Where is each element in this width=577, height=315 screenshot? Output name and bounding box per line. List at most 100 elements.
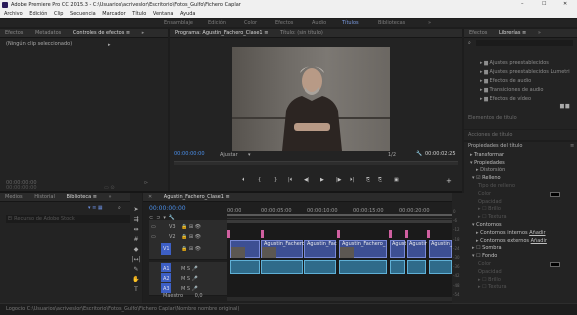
folder-item[interactable]: ▸ ▆ Ajustes preestablecidos Lumetri: [480, 68, 575, 77]
mute-solo-icon[interactable]: M S 🎤: [181, 286, 198, 292]
razor-icon[interactable]: ◆: [130, 245, 142, 255]
work-area-bar[interactable]: [227, 214, 452, 216]
prop-strokes[interactable]: ▾ Contornos: [464, 222, 577, 230]
pen-icon[interactable]: ✎: [130, 265, 142, 275]
export-frame-icon[interactable]: ▣: [394, 177, 399, 183]
prop-outer-strokes[interactable]: ▸ Contornos externos Añadir: [464, 238, 577, 246]
prop-distortion[interactable]: ▸ Distorsión: [464, 167, 577, 175]
bg-color-swatch[interactable]: [550, 261, 560, 267]
slip-icon[interactable]: |↔|: [130, 255, 142, 265]
tab-title[interactable]: Título: (sin título): [275, 29, 328, 37]
timeline-timecode[interactable]: 00:00:00:00: [149, 205, 186, 212]
menu-marcador[interactable]: Marcador: [102, 11, 125, 17]
tab-metadatos[interactable]: Metadatos: [30, 29, 66, 37]
step-back-icon[interactable]: ◀|: [304, 177, 310, 183]
tab-library[interactable]: Biblioteca ≡: [61, 193, 101, 201]
tracks-area[interactable]: Agustin_Fachero_Clase1 Agustin_Fachero_C…: [227, 220, 453, 300]
prop-sheen[interactable]: ▸ ☐ Brillo: [464, 206, 577, 214]
workspace-more[interactable]: »: [428, 19, 431, 27]
ripple-edit-icon[interactable]: ⇹: [130, 225, 142, 235]
step-forward-icon[interactable]: |▶: [336, 177, 342, 183]
time-ruler[interactable]: 00:00 00:00:05:00 00:00:10:00 00:00:15:0…: [227, 205, 452, 219]
video-clip[interactable]: Agustin_Fachero_: [407, 240, 427, 258]
extract-icon[interactable]: ⎘: [378, 177, 382, 183]
close-button[interactable]: ✕: [563, 1, 567, 7]
fit-chevron-icon[interactable]: ▾: [248, 152, 251, 158]
expand-arrow-icon[interactable]: ▸: [108, 42, 111, 48]
list-view-icon[interactable]: ▾ ≡ ▦: [88, 205, 103, 211]
prop-shadow[interactable]: ▸ ☐ Sombra: [464, 245, 577, 253]
menu-secuencia[interactable]: Secuencia: [70, 11, 96, 17]
video-clip[interactable]: Agustin_Fachero_Clase1: [304, 240, 337, 258]
type-tool-icon[interactable]: T: [130, 285, 142, 295]
fit-dropdown[interactable]: Ajustar: [220, 152, 238, 158]
workspace-titulos[interactable]: Títulos: [342, 19, 359, 27]
tab-more-right[interactable]: »: [533, 29, 546, 37]
workspace-ensamblaje[interactable]: Ensamblaje: [164, 19, 193, 27]
video-clip[interactable]: Agustin_Fachero_: [429, 240, 453, 258]
tab-libraries[interactable]: Librerías ≡: [494, 29, 531, 37]
track-header-v1[interactable]: V1 🔒 ⊞ 👁: [149, 240, 227, 260]
video-clip[interactable]: Agustin_Fachero_: [339, 240, 387, 258]
timeline-scrollbar[interactable]: [227, 297, 452, 301]
folder-item[interactable]: ▸ ▆ Efectos de audio: [480, 77, 575, 86]
tab-media[interactable]: Medios: [0, 193, 28, 201]
filter-icon[interactable]: ⊳: [144, 180, 148, 186]
mark-in-icon[interactable]: ⏴: [242, 177, 245, 183]
workspace-efectos[interactable]: Efectos: [275, 19, 293, 27]
menu-ayuda[interactable]: Ayuda: [180, 11, 195, 17]
prop-bg-sheen[interactable]: ▸ ☐ Brillo: [464, 277, 577, 285]
tab-effects[interactable]: Efectos: [464, 29, 492, 37]
audio-clip[interactable]: [261, 260, 303, 274]
resolution-dropdown[interactable]: 1/2: [388, 152, 396, 158]
menu-titulo[interactable]: Título: [132, 11, 146, 17]
prop-background[interactable]: ▾ ☐ Fondo: [464, 253, 577, 261]
go-to-in-icon[interactable]: |⏴: [288, 177, 292, 183]
master-track[interactable]: Maestro 0,0: [149, 293, 227, 299]
panel-menu-icon[interactable]: ≡: [570, 143, 574, 151]
minimize-button[interactable]: –: [521, 1, 524, 7]
tab-history[interactable]: Historial: [29, 193, 60, 201]
workspace-bibliotecas[interactable]: Bibliotecas: [378, 19, 405, 27]
color-swatch[interactable]: [550, 191, 560, 197]
tab-sequence[interactable]: Agustin_Fachero_Clase1 ≡: [159, 193, 235, 201]
selection-tool-icon[interactable]: ➤: [130, 205, 142, 215]
audio-clip[interactable]: [304, 260, 336, 274]
folder-item[interactable]: ▸ ▆ Transiciones de audio: [480, 86, 575, 95]
tab-more-bottom[interactable]: »: [104, 193, 117, 201]
prop-properties[interactable]: ▾ Propiedades: [464, 160, 577, 168]
menu-ventana[interactable]: Ventana: [153, 11, 174, 17]
workspace-color[interactable]: Color: [244, 19, 257, 27]
add-link[interactable]: Añadir: [531, 238, 547, 244]
workspace-edicion[interactable]: Edición: [208, 19, 226, 27]
add-button[interactable]: +: [446, 177, 452, 185]
prop-inner-strokes[interactable]: ▸ Contornos internos Añadir: [464, 230, 577, 238]
audio-clip[interactable]: [230, 260, 260, 274]
prop-transform[interactable]: ▸ Transformar: [464, 152, 577, 160]
video-clip[interactable]: [230, 240, 260, 258]
prop-fill[interactable]: ▾ ☑ Relleno: [464, 175, 577, 183]
add-link[interactable]: Añadir: [529, 230, 545, 236]
hand-icon[interactable]: ✋: [130, 275, 142, 285]
mark-out-icon[interactable]: {: [258, 177, 261, 183]
tab-more[interactable]: ▸: [137, 29, 150, 37]
maximize-button[interactable]: ☐: [542, 1, 546, 7]
menu-clip[interactable]: Clip: [54, 11, 63, 17]
prop-texture[interactable]: ▸ ☐ Textura: [464, 214, 577, 222]
menu-edicion[interactable]: Edición: [29, 11, 47, 17]
go-in-icon[interactable]: }: [274, 177, 277, 183]
search-icon[interactable]: ⌕: [118, 205, 121, 211]
workspace-audio[interactable]: Audio: [312, 19, 326, 27]
audio-clip[interactable]: [339, 260, 387, 274]
track-select-icon[interactable]: ⇶: [130, 215, 142, 225]
search-icon[interactable]: ⌕: [468, 40, 471, 46]
audio-clip[interactable]: [407, 260, 426, 274]
lift-icon[interactable]: ⎘: [366, 177, 370, 183]
tab-efectos[interactable]: Efectos: [0, 29, 28, 37]
video-clip[interactable]: Agustin_Fachero_Clase1: [261, 240, 304, 258]
program-timecode-left[interactable]: 00:00:00:00: [174, 151, 205, 157]
prop-bg-texture[interactable]: ▸ ☐ Textura: [464, 284, 577, 292]
lock-icon[interactable]: 🔒 ⊞ 👁: [181, 246, 201, 252]
video-clip[interactable]: Agustin_Fachero_: [390, 240, 406, 258]
audio-clip[interactable]: [390, 260, 405, 274]
